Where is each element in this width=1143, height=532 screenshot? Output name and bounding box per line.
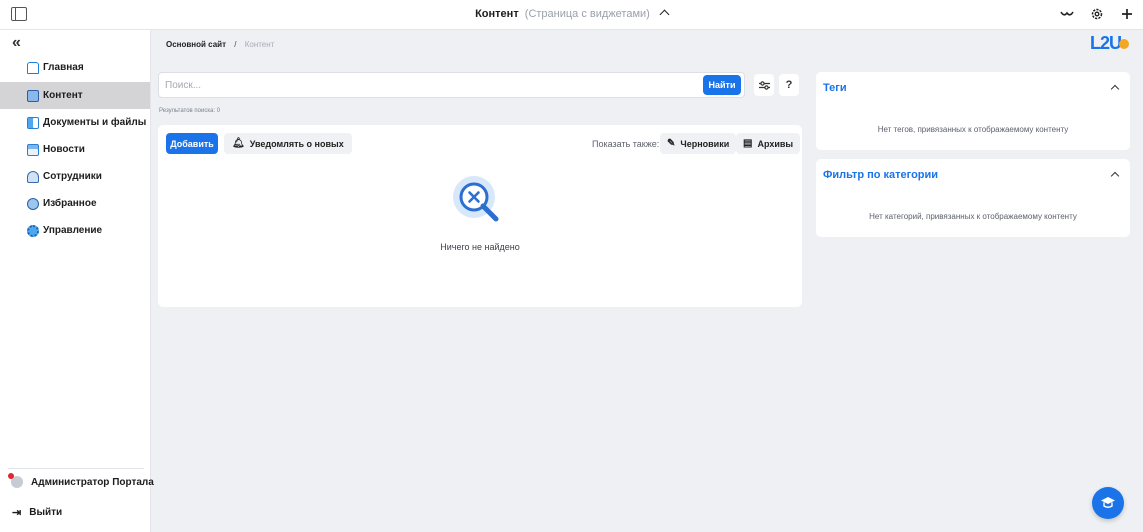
breadcrumb-root[interactable]: Основной сайт [166, 40, 226, 49]
sidebar-item-news[interactable]: Новости [0, 136, 150, 163]
top-bar: Контент (Страница с виджетами) [0, 0, 1143, 30]
no-results-search-icon [453, 176, 499, 222]
plus-icon[interactable] [1119, 6, 1135, 22]
sidebar-divider [8, 468, 144, 469]
sidebar-item-label: Контент [43, 90, 83, 101]
logout-label: Выйти [29, 507, 63, 518]
page-title[interactable]: Контент (Страница с виджетами) [0, 8, 1143, 20]
favorites-icon [27, 197, 39, 210]
tags-empty-text: Нет тегов, привязанных к отображаемому к… [877, 125, 1069, 134]
archive-icon: ▤ [743, 138, 753, 149]
documents-icon [27, 116, 39, 129]
sidebar-item-label: Новости [43, 144, 85, 155]
edit-icon: ✎ [667, 138, 676, 149]
notify-new-label: Уведомлять о новых [249, 138, 344, 149]
breadcrumb: Основной сайт / Контент [166, 40, 274, 49]
sidebar-item-content[interactable]: Контент [0, 82, 150, 109]
category-filter-widget: Фильтр по категории Нет категорий, привя… [816, 159, 1130, 237]
gear-icon[interactable] [1089, 6, 1105, 22]
home-icon [27, 61, 39, 74]
bell-icon: 🔔︎ [232, 138, 245, 149]
logout-button[interactable]: ⇥ Выйти [12, 506, 62, 519]
sliders-icon [758, 80, 770, 90]
graduation-cap-icon [1101, 497, 1115, 508]
page-title-subtitle: (Страница с виджетами) [524, 8, 650, 20]
learning-fab-button[interactable] [1092, 487, 1124, 519]
employees-icon [27, 170, 39, 183]
management-icon [27, 224, 39, 237]
sidebar-item-label: Главная [43, 62, 84, 73]
user-name: Администратор Портала [31, 476, 154, 488]
page-title-main: Контент [475, 8, 519, 20]
drafts-button[interactable]: ✎ Черновики [660, 133, 737, 154]
sidebar-item-documents[interactable]: Документы и файлы [0, 109, 150, 136]
search-bar: Найти [158, 72, 745, 98]
logo-text: L2U [1089, 33, 1122, 53]
archives-button[interactable]: ▤ Архивы [736, 133, 801, 154]
empty-state-text: Ничего не найдено [440, 242, 520, 252]
tags-widget-title: Теги [823, 82, 847, 94]
search-results-count: Результатов поиска: 0 [159, 108, 221, 114]
sidebar-item-label: Документы и файлы [43, 117, 147, 128]
archives-label: Архивы [757, 138, 794, 149]
sidebar-item-label: Избранное [43, 198, 97, 209]
chevron-up-icon[interactable] [659, 9, 670, 20]
show-also-label: Показать также: [592, 139, 660, 149]
drafts-label: Черновики [680, 138, 730, 149]
filter-settings-button[interactable] [754, 74, 774, 96]
logo-dot-icon [1119, 39, 1129, 49]
sidebar-item-label: Управление [43, 225, 103, 236]
chevron-up-icon[interactable] [1110, 171, 1120, 181]
search-input[interactable] [159, 73, 699, 97]
help-button[interactable]: ? [779, 74, 799, 96]
search-button[interactable]: Найти [703, 75, 741, 95]
sidebar-item-favorites[interactable]: Избранное [0, 190, 150, 217]
sidebar-item-label: Сотрудники [43, 171, 102, 182]
content-icon [27, 89, 39, 102]
breadcrumb-separator: / [234, 40, 237, 49]
logo: L2U [1090, 33, 1129, 54]
category-filter-title: Фильтр по категории [823, 169, 939, 181]
news-icon [27, 143, 39, 156]
sidebar-item-employees[interactable]: Сотрудники [0, 163, 150, 190]
sidebar-item-home[interactable]: Главная [0, 54, 150, 81]
logout-icon: ⇥ [12, 507, 22, 519]
breadcrumb-current: Контент [244, 40, 275, 49]
content-list-panel: Добавить 🔔︎ Уведомлять о новых Показать … [158, 125, 802, 307]
user-profile[interactable]: Администратор Портала [8, 473, 154, 488]
avatar [8, 473, 23, 488]
tags-widget: Теги Нет тегов, привязанных к отображаем… [816, 72, 1130, 150]
sidebar-item-management[interactable]: Управление [0, 217, 150, 244]
notification-dot [8, 473, 14, 479]
chevron-up-icon[interactable] [1110, 84, 1120, 94]
mustache-icon[interactable] [1059, 6, 1075, 22]
sidebar: « Главная Контент Документы и файлы Ново… [0, 30, 154, 532]
category-filter-empty-text: Нет категорий, привязанных к отображаемо… [869, 212, 1077, 221]
add-button[interactable]: Добавить [166, 133, 218, 154]
double-chevron-left-icon[interactable]: « [12, 34, 21, 52]
top-actions [1059, 6, 1135, 22]
notify-new-button[interactable]: 🔔︎ Уведомлять о новых [224, 133, 352, 154]
